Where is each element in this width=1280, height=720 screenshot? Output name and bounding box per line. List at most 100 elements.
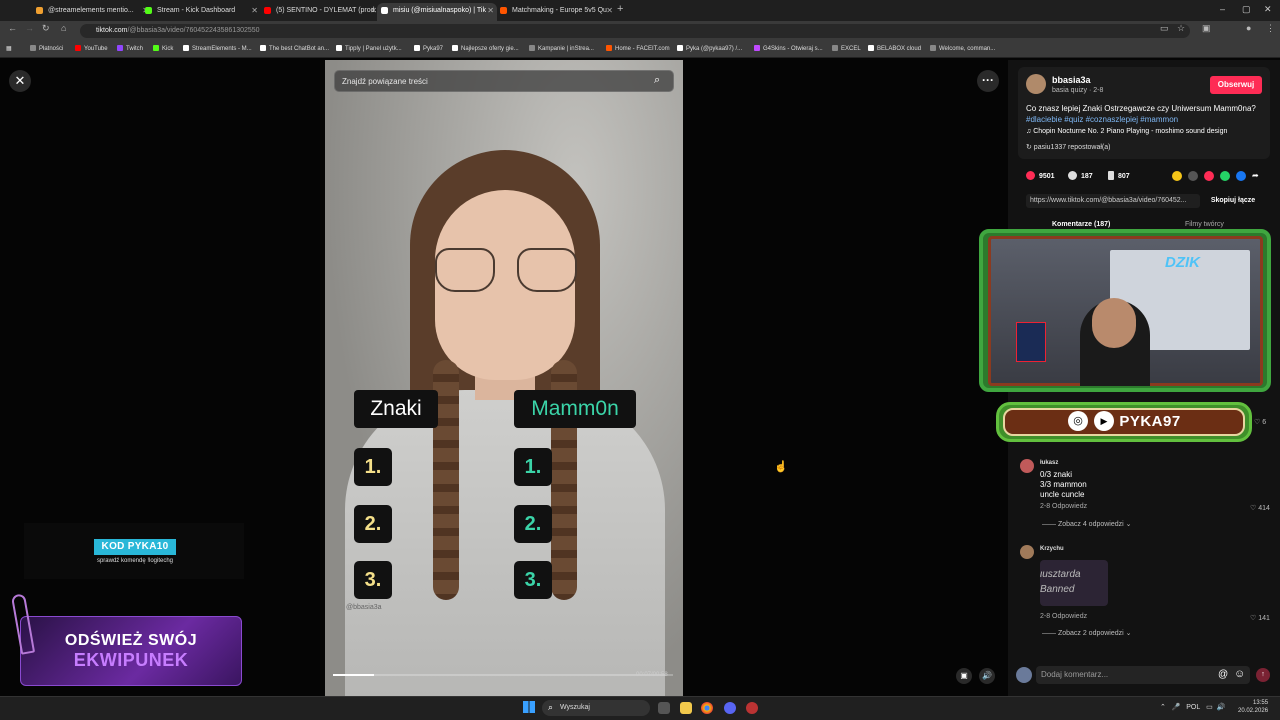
comment-meta[interactable]: 2-8 Odpowiedz (1040, 503, 1087, 510)
tab-comments[interactable]: Komentarze (187) (1052, 221, 1110, 228)
video-player[interactable] (325, 60, 683, 696)
emoji-icon[interactable]: ☺ (1234, 668, 1245, 680)
bookmark[interactable]: Pyka (@pykaa97) /... (677, 45, 742, 52)
repost-info: ↻ pasiu1337 repostował(a) (1026, 144, 1111, 151)
bookmark[interactable]: Pyka97 (414, 45, 443, 52)
comment-like-count[interactable]: ♡ 6 (1254, 418, 1266, 426)
browser-tab[interactable]: (5) SENTINO - DYLEMAT (prod. ✕ (260, 3, 380, 18)
menu-dots-icon[interactable]: ⋮ (1266, 23, 1275, 34)
pip-icon[interactable]: ▣ (956, 668, 972, 684)
mention-icon[interactable]: @ (1218, 669, 1228, 680)
whatsapp-icon[interactable] (1220, 171, 1230, 181)
hashtags[interactable]: #dlaciebie #quiz #coznaszlepiej #mammon (1026, 115, 1178, 124)
video-progress-bar[interactable] (333, 674, 673, 676)
address-bar[interactable]: tiktok.com/@bbasia3a/video/7604522435861… (80, 24, 1190, 38)
cast-icon[interactable]: ▭ (1160, 23, 1169, 34)
volume-icon[interactable]: 🔊 (979, 668, 995, 684)
tab-favicon (264, 7, 271, 14)
share-url-field[interactable]: https://www.tiktok.com/@bbasia3a/video/7… (1026, 194, 1200, 208)
minimize-button[interactable]: – (1220, 4, 1225, 14)
avatar[interactable] (1020, 545, 1034, 559)
save-button[interactable]: 807 (1108, 171, 1130, 180)
chrome-icon[interactable] (701, 702, 713, 714)
avatar[interactable] (1020, 459, 1034, 473)
home-icon[interactable]: ⌂ (61, 23, 66, 33)
maximize-button[interactable]: ▢ (1242, 4, 1251, 15)
embed-icon[interactable] (1188, 171, 1198, 181)
url-host: tiktok.com (96, 27, 128, 34)
discord-icon[interactable] (724, 702, 736, 714)
comment-like[interactable]: ♡ 141 (1250, 614, 1270, 622)
apps-icon[interactable]: ▦ (6, 45, 12, 52)
bookmark[interactable]: YouTube (75, 45, 108, 52)
author-username[interactable]: bbasia3a (1052, 75, 1091, 85)
search-icon[interactable]: ⌕ (654, 74, 660, 87)
bookmark[interactable]: Welcome, comman... (930, 45, 995, 52)
send-icon[interactable] (1204, 171, 1214, 181)
share-arrow-icon[interactable]: ➦ (1252, 171, 1262, 181)
sponsor-code: KOD PYKA10 (94, 539, 176, 555)
browser-tab[interactable]: Stream - Kick Dashboard ✕ (141, 3, 261, 18)
bookmark-icon (336, 45, 342, 51)
url-path: /@bbasia3a/video/7604522435861302550 (127, 27, 260, 34)
windows-start-icon[interactable] (523, 701, 535, 713)
tab-creator-videos[interactable]: Filmy twórcy (1185, 221, 1224, 228)
close-icon[interactable]: ✕ (9, 70, 31, 92)
copy-link-button[interactable]: Skopiuj łącze (1203, 194, 1263, 208)
comment-like[interactable]: ♡ 414 (1250, 504, 1270, 512)
file-explorer-icon[interactable] (680, 702, 692, 714)
reload-icon[interactable]: ↻ (42, 23, 50, 34)
comment-meta[interactable]: 2-8 Odpowiedz (1040, 613, 1087, 620)
bookmark[interactable]: G4Skins - Otwieraj s... (754, 45, 823, 52)
browser-tab-active[interactable]: misiu (@misiualnaspoko) | Tik ✕ (377, 3, 497, 21)
clock[interactable]: 13:55 20.02.2026 (1238, 699, 1268, 715)
bookmark-icon (529, 45, 535, 51)
browser-tab[interactable]: @streamelements mentio...✕ (32, 3, 152, 18)
music-link[interactable]: ♫ Chopin Nocturne No. 2 Piano Playing - … (1026, 128, 1227, 135)
bookmark[interactable]: Kick (153, 45, 173, 52)
forward-icon[interactable]: → (25, 23, 34, 33)
view-replies[interactable]: —— Zobacz 2 odpowiedzi ⌄ (1042, 629, 1132, 637)
bookmark[interactable]: StreamElements - M... (183, 45, 252, 52)
like-button[interactable]: 9501 (1026, 171, 1055, 180)
post-description: Co znasz lepiej Znaki Ostrzegawcze czy U… (1026, 103, 1266, 125)
related-search-input[interactable]: Znajdź powiązane treści (334, 70, 674, 92)
close-tab-icon[interactable]: ✕ (606, 3, 613, 18)
comment-author[interactable]: łukasz (1040, 460, 1058, 466)
bookmark-icon (183, 45, 189, 51)
send-comment-button[interactable]: ↑ (1256, 668, 1270, 682)
bookmark[interactable]: The best ChatBot an... (260, 45, 329, 52)
bookmark-star-icon[interactable]: ☆ (1177, 23, 1185, 34)
close-tab-icon[interactable]: ✕ (370, 3, 377, 18)
follow-button[interactable]: Obserwuj (1210, 76, 1262, 94)
bookmark[interactable]: Płatności (30, 45, 63, 52)
search-icon: ⌕ (548, 702, 554, 712)
bookmark[interactable]: EXCEL (832, 45, 861, 52)
avatar[interactable] (1026, 74, 1046, 94)
bookmark[interactable]: Tipply | Panel użytk... (336, 45, 402, 52)
bookmark[interactable]: Kampanie | inStrea... (529, 45, 594, 52)
browser-tab[interactable]: Matchmaking - Europe 5v5 Qu ✕ (496, 3, 616, 18)
bookmark[interactable]: BELABOX cloud (868, 45, 921, 52)
task-view-icon[interactable] (658, 702, 670, 714)
new-tab-button[interactable]: + (617, 3, 623, 15)
extensions-icon[interactable]: ▣ (1202, 23, 1211, 34)
more-options-icon[interactable]: ··· (977, 70, 999, 92)
comment-button[interactable]: 187 (1068, 171, 1093, 180)
comment-author[interactable]: Krzychu (1040, 546, 1064, 552)
obs-icon[interactable] (746, 702, 758, 714)
close-tab-icon[interactable]: ✕ (487, 3, 494, 18)
bookmark[interactable]: Najlepsze oferty gie... (452, 45, 519, 52)
bookmark[interactable]: Home - FACEIT.com (606, 45, 670, 52)
close-window-button[interactable]: ✕ (1264, 4, 1272, 15)
taskbar-search[interactable]: Wyszukaj (542, 700, 650, 716)
close-tab-icon[interactable]: ✕ (251, 3, 258, 18)
system-tray[interactable]: ⌃ 🎤 POL ▭ 🔊 (1160, 703, 1225, 711)
bookmark-icon (832, 45, 838, 51)
facebook-icon[interactable] (1236, 171, 1246, 181)
coin-icon[interactable] (1172, 171, 1182, 181)
profile-icon[interactable]: ● (1246, 23, 1251, 33)
back-icon[interactable]: ← (8, 23, 17, 33)
view-replies[interactable]: —— Zobacz 4 odpowiedzi ⌄ (1042, 520, 1132, 528)
bookmark[interactable]: Twitch (117, 45, 143, 52)
